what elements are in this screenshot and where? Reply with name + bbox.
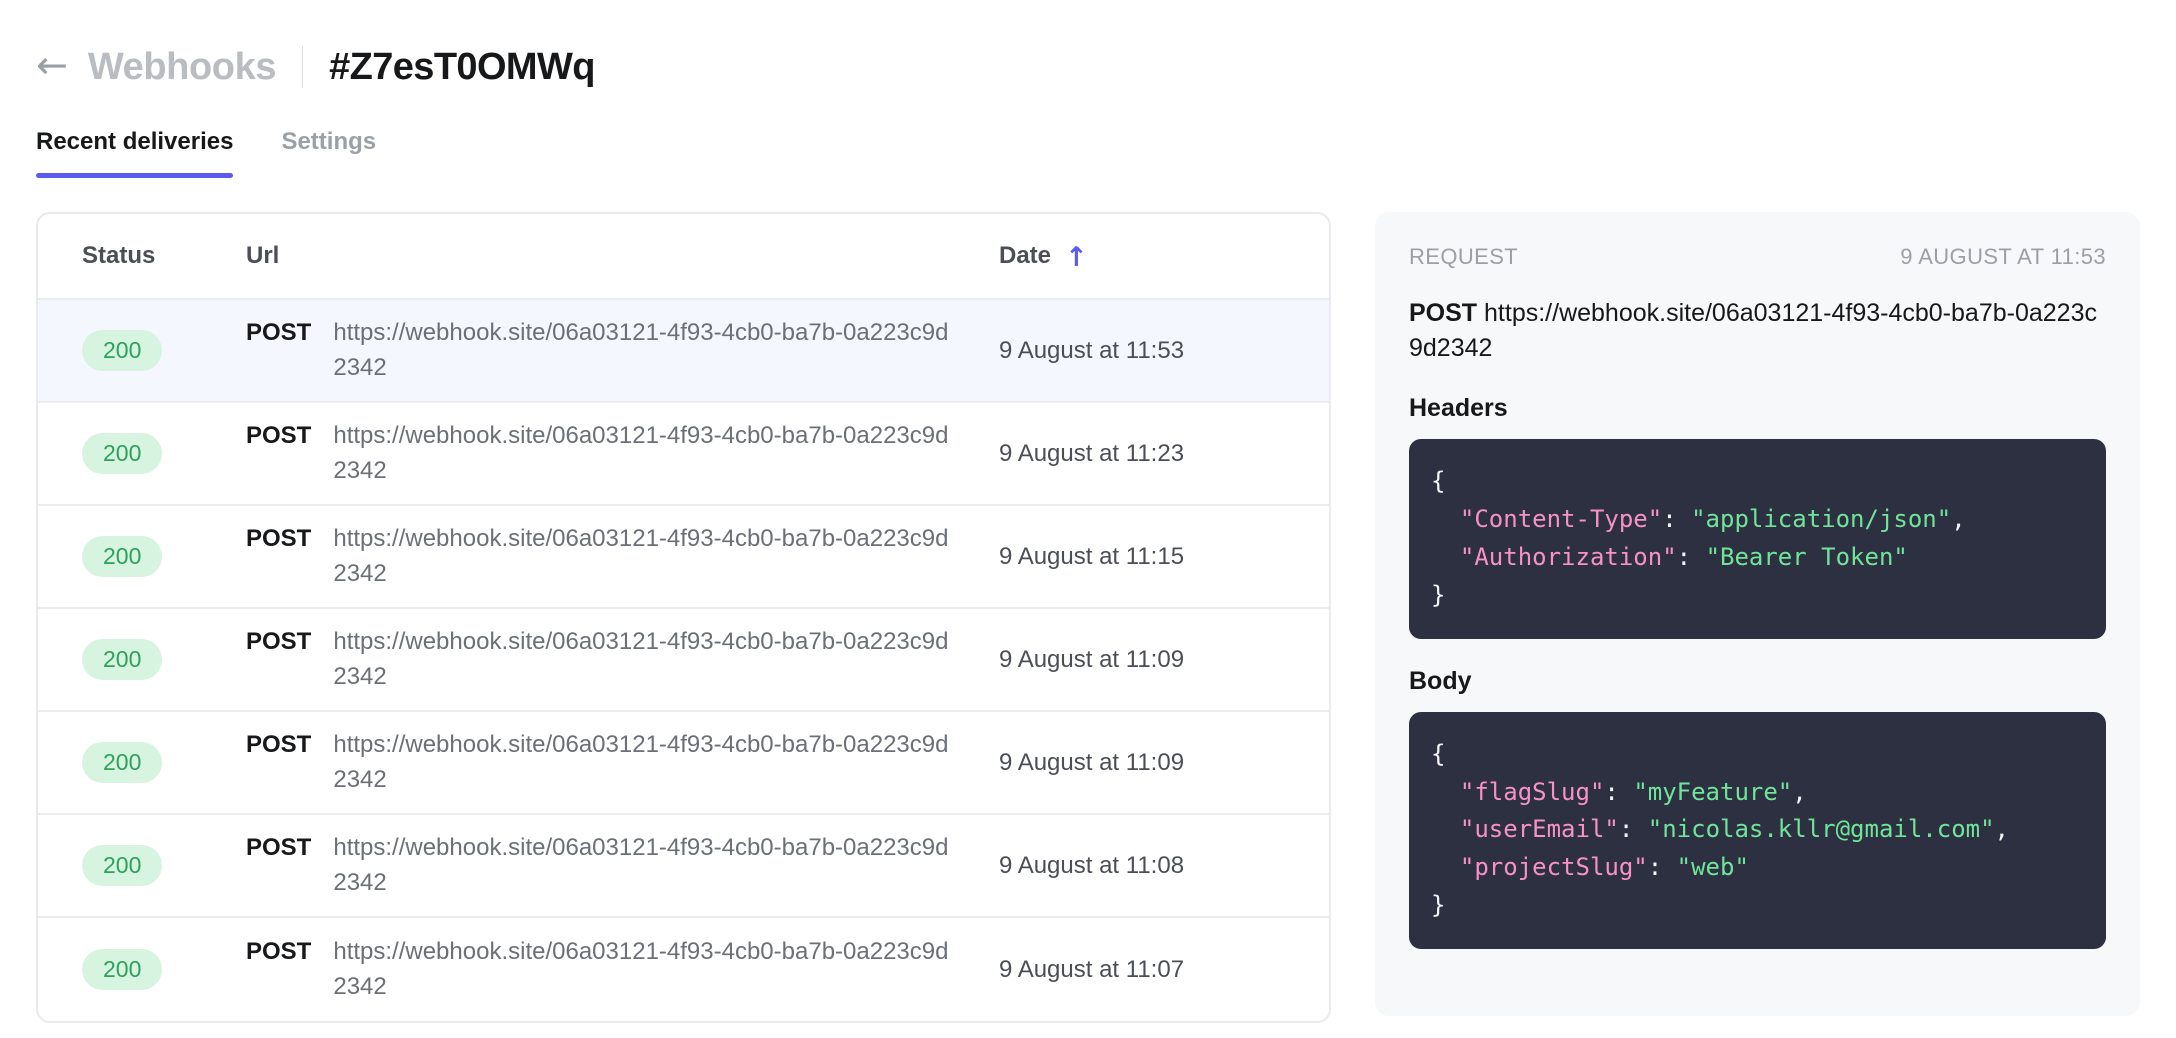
detail-method: POST	[1409, 299, 1478, 327]
cell-status: 200	[82, 949, 246, 990]
detail-timestamp: 9 AUGUST AT 11:53	[1900, 244, 2106, 269]
breadcrumb-separator	[302, 46, 304, 88]
request-method: POST	[246, 731, 312, 759]
deliveries-table: Status Url Date ↑ 200 POST https://webhook…	[36, 212, 1331, 1023]
status-badge: 200	[82, 949, 163, 990]
status-badge: 200	[82, 845, 163, 886]
cell-date: 9 August at 11:09	[999, 748, 1185, 776]
request-method: POST	[246, 628, 312, 656]
column-header-date-label: Date	[999, 242, 1052, 269]
arrow-left-icon[interactable]: ←	[36, 46, 68, 84]
detail-request-label: REQUEST	[1409, 244, 1519, 269]
request-url: https://webhook.site/06a03121-4f93-4cb0-…	[333, 319, 949, 381]
request-url: https://webhook.site/06a03121-4f93-4cb0-…	[333, 628, 949, 690]
request-url: https://webhook.site/06a03121-4f93-4cb0-…	[333, 422, 949, 484]
column-header-url: Url	[246, 242, 280, 269]
request-url: https://webhook.site/06a03121-4f93-4cb0-…	[333, 938, 949, 1000]
cell-url: POST https://webhook.site/06a03121-4f93-4…	[246, 831, 999, 899]
cell-date: 9 August at 11:15	[999, 542, 1185, 570]
table-row[interactable]: 200 POST https://webhook.site/06a03121-4f9…	[38, 918, 1329, 1021]
table-row[interactable]: 200 POST https://webhook.site/06a03121-4f9…	[38, 712, 1329, 815]
headers-code-block: { "Content-Type": "application/json", "A…	[1409, 439, 2106, 639]
table-row[interactable]: 200 POST https://webhook.site/06a03121-4f9…	[38, 300, 1329, 403]
request-method: POST	[246, 834, 312, 862]
page-title: #Z7esT0OMWq	[329, 45, 595, 88]
cell-status: 200	[82, 639, 246, 680]
headers-section-title: Headers	[1409, 394, 1508, 422]
request-method: POST	[246, 938, 312, 966]
cell-date: 9 August at 11:09	[999, 645, 1185, 673]
cell-status: 200	[82, 433, 246, 474]
tab-settings[interactable]: Settings	[281, 128, 376, 178]
cell-status: 200	[82, 845, 246, 886]
table-header-row: Status Url Date ↑	[38, 214, 1329, 300]
tab-recent-deliveries[interactable]: Recent deliveries	[36, 128, 234, 178]
arrow-up-icon[interactable]: ↑	[1065, 244, 1088, 271]
body-section-title: Body	[1409, 666, 1472, 695]
request-method: POST	[246, 319, 312, 347]
webhook-detail-page: ← Webhooks #Z7esT0OMWq Recent deliveries…	[0, 0, 2176, 1038]
column-header-status: Status	[82, 242, 156, 269]
cell-status: 200	[82, 330, 246, 371]
request-method: POST	[246, 525, 312, 553]
cell-date: 9 August at 11:23	[999, 439, 1185, 467]
breadcrumb-webhooks-link[interactable]: Webhooks	[88, 46, 277, 89]
request-method: POST	[246, 422, 312, 450]
page-header: ← Webhooks #Z7esT0OMWq	[0, 0, 2176, 96]
cell-status: 200	[82, 536, 246, 577]
table-row[interactable]: 200 POST https://webhook.site/06a03121-4f9…	[38, 609, 1329, 712]
table-row[interactable]: 200 POST https://webhook.site/06a03121-4f9…	[38, 403, 1329, 506]
status-badge: 200	[82, 330, 163, 371]
detail-url: https://webhook.site/06a03121-4f93-4cb0-…	[1409, 299, 2097, 362]
table-row[interactable]: 200 POST https://webhook.site/06a03121-4f9…	[38, 815, 1329, 918]
tabs-bar: Recent deliveries Settings	[0, 126, 2176, 178]
status-badge: 200	[82, 536, 163, 577]
request-url: https://webhook.site/06a03121-4f93-4cb0-…	[333, 731, 949, 793]
cell-url: POST https://webhook.site/06a03121-4f93-4…	[246, 316, 999, 384]
status-badge: 200	[82, 639, 163, 680]
cell-url: POST https://webhook.site/06a03121-4f93-4…	[246, 935, 999, 1003]
status-badge: 200	[82, 742, 163, 783]
cell-url: POST https://webhook.site/06a03121-4f93-4…	[246, 419, 999, 487]
request-url: https://webhook.site/06a03121-4f93-4cb0-…	[333, 834, 949, 896]
cell-url: POST https://webhook.site/06a03121-4f93-4…	[246, 728, 999, 796]
cell-url: POST https://webhook.site/06a03121-4f93-4…	[246, 625, 999, 693]
detail-request-line: POST https://webhook.site/06a03121-4f93-…	[1409, 296, 2106, 366]
request-detail-panel: REQUEST 9 AUGUST AT 11:53 POST https://w…	[1375, 212, 2140, 1016]
request-url: https://webhook.site/06a03121-4f93-4cb0-…	[333, 525, 949, 587]
cell-status: 200	[82, 742, 246, 783]
content-area: Status Url Date ↑ 200 POST https://webhook…	[0, 178, 2176, 1023]
detail-header: REQUEST 9 AUGUST AT 11:53	[1409, 244, 2106, 270]
cell-date: 9 August at 11:53	[999, 336, 1185, 364]
status-badge: 200	[82, 433, 163, 474]
table-body: 200 POST https://webhook.site/06a03121-4f9…	[38, 300, 1329, 1021]
table-row[interactable]: 200 POST https://webhook.site/06a03121-4f9…	[38, 506, 1329, 609]
cell-date: 9 August at 11:08	[999, 851, 1185, 879]
body-code-block: { "flagSlug": "myFeature", "userEmail": …	[1409, 711, 2106, 950]
cell-url: POST https://webhook.site/06a03121-4f93-4…	[246, 522, 999, 590]
cell-date: 9 August at 11:07	[999, 955, 1185, 983]
column-header-date[interactable]: Date ↑	[999, 242, 1329, 271]
